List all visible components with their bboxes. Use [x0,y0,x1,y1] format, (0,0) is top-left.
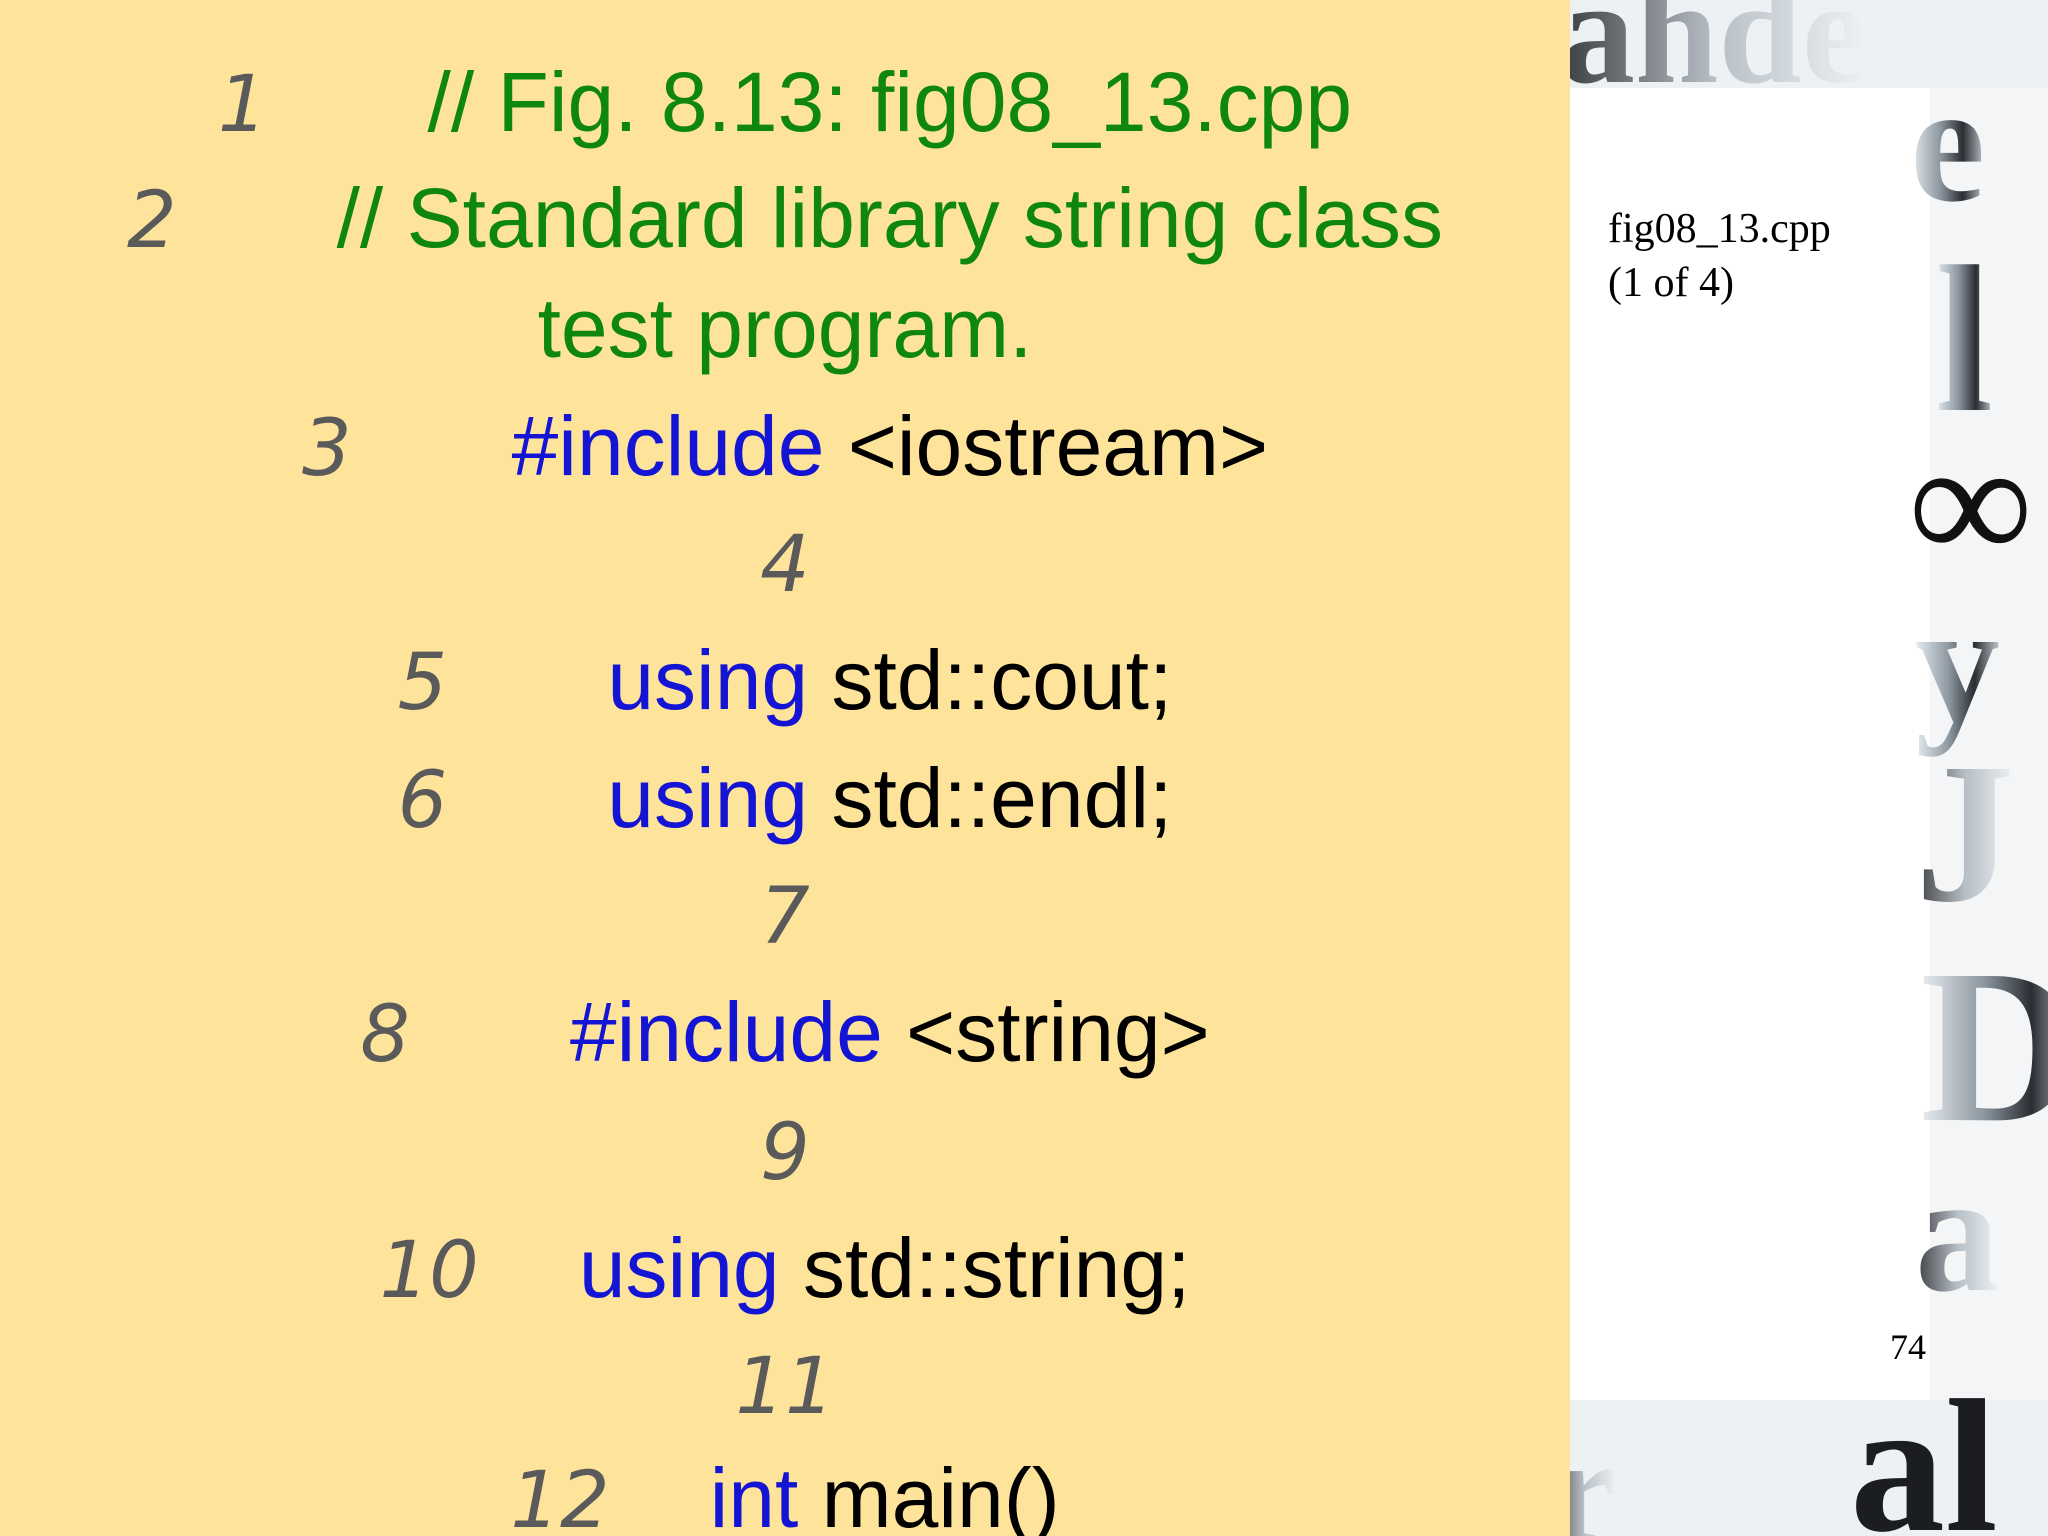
decor-glyph: D [1920,924,2048,1168]
code-keyword: #include [569,985,883,1079]
code-text: <iostream> [824,399,1269,493]
code-line-11: 11 [0,1334,1570,1437]
code-listing-panel: 1 // Fig. 8.13: fig08_13.cpp 2 // Standard… [0,0,1570,1536]
decor-glyph: a [1915,1139,2000,1327]
code-line-7: 7 [0,864,1570,967]
code-keyword: using [607,751,809,845]
code-line-2-wrap: test program. [0,278,1570,378]
decor-glyph: e [1910,49,1985,237]
line-number: 9 [760,1108,810,1198]
code-line-3: 3 #include <iostream> [0,396,1570,499]
file-part-label: (1 of 4) [1608,260,1734,306]
code-comment: // Fig. 8.13: fig08_13.cpp [427,55,1353,149]
decor-glyph: J [1915,723,2015,944]
code-line-12: 12 int main() [0,1448,1570,1536]
code-keyword: int [709,1451,799,1536]
line-number: 5 [397,638,448,728]
side-panel: ahde e l ∞ y J D a r al fig08_13.cpp (1 … [1570,0,2048,1536]
line-number: 6 [397,756,448,846]
decor-glyph: ahde [1570,0,1868,115]
decor-glyph: r [1570,1407,1617,1536]
page-number: 74 [1890,1327,1926,1367]
code-comment-continuation: test program. [537,281,1033,375]
code-line-1: 1 // Fig. 8.13: fig08_13.cpp [0,52,1570,155]
line-number: 3 [301,404,352,494]
code-text: std::endl; [808,751,1173,845]
code-text: <string> [882,985,1210,1079]
code-keyword: #include [511,399,825,493]
code-line-4: 4 [0,512,1570,615]
code-line-5: 5 using std::cout; [0,630,1570,733]
code-text: main() [798,1451,1060,1536]
code-text: std::string; [779,1221,1191,1315]
code-line-8: 8 #include <string> [0,982,1570,1085]
line-number: 8 [360,990,410,1080]
line-number: 11 [735,1342,835,1432]
line-number: 4 [760,520,810,610]
line-number: 12 [510,1456,610,1536]
code-text: std::cout; [808,633,1173,727]
file-caption: fig08_13.cpp (1 of 4) [1608,202,1831,310]
code-keyword: using [578,1221,780,1315]
code-line-2: 2 // Standard library string class [0,168,1570,271]
decor-glyph: al [1850,1362,1998,1536]
line-number: 1 [217,60,268,150]
code-comment: // Standard library string class [336,171,1444,265]
line-number: 2 [126,176,177,266]
code-keyword: using [607,633,809,727]
code-line-10: 10 using std::string; [0,1218,1570,1321]
code-line-6: 6 using std::endl; [0,748,1570,851]
line-number: 10 [379,1226,479,1316]
line-number: 7 [760,872,810,962]
code-line-9: 9 [0,1100,1570,1203]
file-name-label: fig08_13.cpp [1608,206,1831,252]
